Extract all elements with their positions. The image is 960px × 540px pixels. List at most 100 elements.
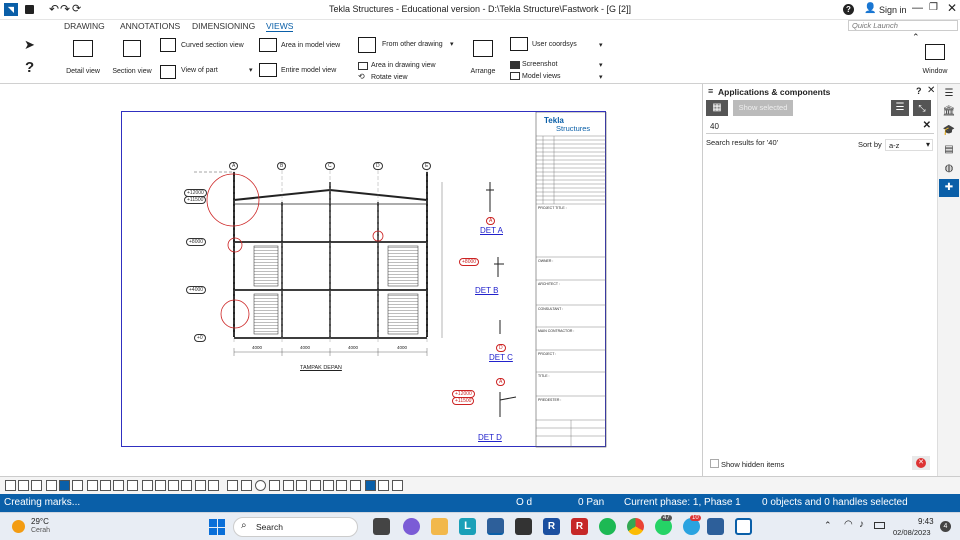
clock-date[interactable]: 02/08/2023 xyxy=(893,528,931,537)
polyline-tool-icon[interactable] xyxy=(31,480,42,491)
view-of-part-button[interactable]: View of part xyxy=(181,67,218,74)
quick-launch-input[interactable] xyxy=(848,20,958,31)
table-tool-icon[interactable] xyxy=(155,480,166,491)
line-tool-icon[interactable] xyxy=(18,480,29,491)
snap-active-icon[interactable] xyxy=(365,480,376,491)
area-in-drawing-view-button[interactable]: Area in drawing view xyxy=(371,62,436,69)
list-view-button[interactable]: ☰ xyxy=(891,100,909,116)
area-in-model-view-button[interactable]: Area in model view xyxy=(281,42,340,49)
clock-time[interactable]: 9:43 xyxy=(918,517,934,526)
catalog-grid-button[interactable]: ▦ xyxy=(706,100,728,116)
ribbon-collapse-icon[interactable]: ⌃ xyxy=(912,32,920,43)
education-icon[interactable]: 🎓 xyxy=(942,125,956,139)
panel-help-icon[interactable]: ? xyxy=(916,86,922,96)
app-l-icon[interactable]: L xyxy=(459,518,476,535)
collapse-panel-button[interactable]: ⤡ xyxy=(913,100,931,116)
sort-select[interactable]: a-z ▾ xyxy=(885,139,933,151)
curved-section-view-button[interactable]: Curved section view xyxy=(181,42,244,49)
window-button[interactable]: Window xyxy=(918,44,952,75)
det-a-label[interactable]: DET A xyxy=(480,226,503,235)
snap-circle-icon[interactable] xyxy=(255,480,266,491)
properties-icon[interactable]: ☰ xyxy=(942,88,956,102)
view-of-part-dropdown-icon[interactable]: ▾ xyxy=(249,66,253,74)
zoom-tool-icon[interactable] xyxy=(168,480,179,491)
snap-square-icon[interactable] xyxy=(241,480,252,491)
tekla-model-icon[interactable] xyxy=(735,518,752,535)
tab-drawing[interactable]: DRAWING xyxy=(64,21,105,31)
help-icon[interactable]: ? xyxy=(843,4,854,15)
move-tool-icon[interactable] xyxy=(181,480,192,491)
search-input[interactable]: 40 ✕ xyxy=(706,120,934,134)
filled-shape-icon[interactable] xyxy=(59,480,70,491)
app-plane-icon[interactable] xyxy=(515,518,532,535)
detail-view-button[interactable]: Detail view xyxy=(62,40,104,75)
snap-line-icon[interactable] xyxy=(323,480,334,491)
weather-sun-icon[interactable] xyxy=(12,520,25,533)
tab-annotations[interactable]: ANNOTATIONS xyxy=(120,21,180,31)
globe-icon[interactable]: ◍ xyxy=(942,163,956,177)
visibility-icon[interactable] xyxy=(392,480,403,491)
image-tool-icon[interactable] xyxy=(87,480,98,491)
snap-cross-icon[interactable] xyxy=(283,480,294,491)
screenshot-dropdown-icon[interactable]: ▾ xyxy=(599,61,603,69)
grid-tool-icon[interactable] xyxy=(72,480,83,491)
user-coordsys-dropdown-icon[interactable]: ▾ xyxy=(599,41,603,49)
clear-search-icon[interactable]: ✕ xyxy=(923,120,931,131)
delete-icon[interactable]: ✕ xyxy=(912,456,930,470)
model-views-dropdown-icon[interactable]: ▾ xyxy=(599,73,603,81)
user-coordsys-button[interactable]: User coordsys xyxy=(532,41,577,48)
select-arrow-icon[interactable]: ➤ xyxy=(24,37,35,53)
pattern-tool-icon[interactable] xyxy=(195,480,206,491)
sign-in-link[interactable]: Sign in xyxy=(879,5,907,15)
rotate-view-button[interactable]: Rotate view xyxy=(371,74,408,81)
calendar-icon[interactable]: ▤ xyxy=(942,144,956,158)
chat-icon[interactable] xyxy=(403,518,420,535)
det-d-label[interactable]: DET D xyxy=(478,433,502,442)
section-view-button[interactable]: Section view xyxy=(110,40,154,75)
from-other-drawing-dropdown-icon[interactable]: ▾ xyxy=(450,40,454,48)
chrome-icon[interactable] xyxy=(627,518,644,535)
det-b-label[interactable]: DET B xyxy=(475,286,498,295)
snap-box-icon[interactable] xyxy=(227,480,238,491)
maximize-button[interactable]: ❐ xyxy=(929,2,938,13)
snap-triangle-icon[interactable] xyxy=(296,480,307,491)
panel-close-icon[interactable]: ✕ xyxy=(927,85,935,96)
snap-extension-icon[interactable] xyxy=(336,480,347,491)
entire-model-view-button[interactable]: Entire model view xyxy=(281,67,336,74)
snap-tool-icon[interactable] xyxy=(100,480,111,491)
snap-perpendicular-icon[interactable] xyxy=(310,480,321,491)
app-r-blue-icon[interactable]: R xyxy=(543,518,560,535)
show-selected-button[interactable]: Show selected xyxy=(733,100,793,116)
battery-icon[interactable] xyxy=(874,522,885,529)
tekla-app-icon[interactable] xyxy=(707,518,724,535)
file-explorer-icon[interactable] xyxy=(431,518,448,535)
wifi-icon[interactable]: ◠ xyxy=(844,519,853,530)
query-icon[interactable]: ? xyxy=(25,59,34,76)
start-icon[interactable] xyxy=(209,519,225,535)
library-icon[interactable]: 🏛 xyxy=(942,106,956,120)
rectangle-tool-icon[interactable] xyxy=(46,480,57,491)
eye-tool-icon[interactable] xyxy=(208,480,219,491)
close-button[interactable]: ✕ xyxy=(947,1,957,15)
text-tool-icon[interactable] xyxy=(113,480,124,491)
panel-menu-icon[interactable]: ≡ xyxy=(708,86,713,96)
show-hidden-checkbox[interactable] xyxy=(710,459,719,468)
snap-override-icon[interactable] xyxy=(378,480,389,491)
from-other-drawing-button[interactable]: From other drawing xyxy=(382,41,443,48)
det-c-label[interactable]: DET C xyxy=(489,353,513,362)
taskbar-search-box[interactable]: ⌕ Search xyxy=(233,517,358,537)
minimize-button[interactable]: — xyxy=(912,2,923,14)
screenshot-button[interactable]: Screenshot xyxy=(522,61,557,68)
tekla-drawing-icon[interactable] xyxy=(487,518,504,535)
model-views-button[interactable]: Model views xyxy=(522,73,561,80)
tab-dimensioning[interactable]: DIMENSIONING xyxy=(192,21,255,31)
drawing-sheet[interactable]: Tekla Structures A B C D E +12000 +11500… xyxy=(121,111,607,448)
task-view-icon[interactable] xyxy=(373,518,390,535)
arrange-button[interactable]: Arrange xyxy=(467,40,499,75)
tray-chevron-icon[interactable]: ⌃ xyxy=(824,520,832,531)
snap-point-icon[interactable] xyxy=(269,480,280,491)
components-icon[interactable]: ✚ xyxy=(939,179,959,197)
volume-icon[interactable]: ♪ xyxy=(859,519,864,530)
app-r-red-icon[interactable]: R xyxy=(571,518,588,535)
user-icon[interactable]: 👤 xyxy=(864,3,876,14)
